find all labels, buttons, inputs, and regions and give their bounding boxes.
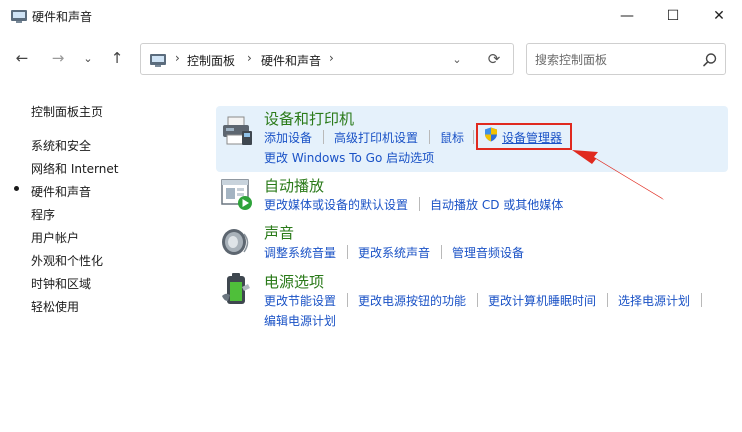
up-button[interactable]: ↑ bbox=[105, 46, 129, 70]
link-separator bbox=[429, 130, 430, 144]
link-choose-power-plan[interactable]: 选择电源计划 bbox=[618, 292, 690, 309]
sidebar-item-network[interactable]: 网络和 Internet bbox=[31, 160, 118, 177]
breadcrumb-separator[interactable]: › bbox=[175, 51, 180, 65]
sidebar-item-programs[interactable]: 程序 bbox=[31, 206, 55, 223]
annotation-highlight-box bbox=[476, 123, 572, 150]
link-separator bbox=[473, 130, 474, 144]
sidebar-item-appearance[interactable]: 外观和个性化 bbox=[31, 252, 103, 269]
printer-icon bbox=[223, 116, 252, 145]
battery-icon bbox=[222, 273, 250, 304]
control-panel-icon bbox=[150, 54, 166, 67]
breadcrumb-separator[interactable]: › bbox=[329, 51, 334, 65]
sidebar-item-home[interactable]: 控制面板主页 bbox=[31, 103, 103, 120]
search-icon[interactable] bbox=[701, 51, 719, 69]
link-advanced-printer-settings[interactable]: 高级打印机设置 bbox=[334, 129, 418, 146]
link-add-device[interactable]: 添加设备 bbox=[264, 129, 312, 146]
link-windows-to-go[interactable]: 更改 Windows To Go 启动选项 bbox=[264, 149, 434, 166]
category-title-autoplay[interactable]: 自动播放 bbox=[264, 175, 324, 196]
window-title: 硬件和声音 bbox=[32, 10, 93, 24]
refresh-icon[interactable]: ⟳ bbox=[484, 49, 504, 69]
link-separator bbox=[441, 245, 442, 259]
category-title-devices-printers[interactable]: 设备和打印机 bbox=[264, 108, 354, 129]
forward-button[interactable]: → bbox=[46, 46, 70, 70]
speaker-icon bbox=[222, 229, 249, 255]
breadcrumb-separator[interactable]: › bbox=[247, 51, 252, 65]
sidebar-item-hardware-sound[interactable]: 硬件和声音 bbox=[31, 183, 91, 200]
link-change-power-saving[interactable]: 更改节能设置 bbox=[264, 292, 336, 309]
breadcrumb-hardware-sound[interactable]: 硬件和声音 bbox=[261, 52, 321, 69]
link-separator bbox=[323, 130, 324, 144]
autoplay-icon bbox=[221, 179, 252, 210]
title-bar: 硬件和声音 — ☐ ✕ bbox=[0, 0, 742, 34]
link-sleep-time[interactable]: 更改计算机睡眠时间 bbox=[488, 292, 596, 309]
sidebar-item-clock-region[interactable]: 时钟和区域 bbox=[31, 275, 91, 292]
search-box[interactable] bbox=[526, 43, 726, 75]
link-mouse[interactable]: 鼠标 bbox=[440, 129, 464, 146]
link-power-button-function[interactable]: 更改电源按钮的功能 bbox=[358, 292, 466, 309]
link-separator bbox=[701, 293, 702, 307]
control-panel-icon bbox=[11, 10, 27, 23]
close-button[interactable]: ✕ bbox=[696, 0, 742, 32]
link-autoplay-cd[interactable]: 自动播放 CD 或其他媒体 bbox=[430, 196, 563, 213]
minimize-button[interactable]: — bbox=[604, 0, 650, 32]
sidebar-item-user-accounts[interactable]: 用户帐户 bbox=[31, 229, 79, 246]
selected-indicator bbox=[14, 186, 19, 191]
category-title-power-options[interactable]: 电源选项 bbox=[264, 271, 324, 292]
sidebar-item-ease-of-access[interactable]: 轻松使用 bbox=[31, 298, 79, 315]
link-separator bbox=[477, 293, 478, 307]
link-change-default-media[interactable]: 更改媒体或设备的默认设置 bbox=[264, 196, 408, 213]
link-change-system-sounds[interactable]: 更改系统声音 bbox=[358, 244, 430, 261]
link-manage-audio-devices[interactable]: 管理音频设备 bbox=[452, 244, 524, 261]
search-input[interactable] bbox=[535, 51, 695, 69]
maximize-button[interactable]: ☐ bbox=[650, 0, 696, 32]
link-adjust-volume[interactable]: 调整系统音量 bbox=[264, 244, 336, 261]
category-title-sound[interactable]: 声音 bbox=[264, 222, 294, 243]
link-separator bbox=[419, 197, 420, 211]
link-separator bbox=[347, 245, 348, 259]
link-separator bbox=[347, 293, 348, 307]
breadcrumb-control-panel[interactable]: 控制面板 bbox=[187, 52, 235, 69]
sidebar-item-system-security[interactable]: 系统和安全 bbox=[31, 137, 91, 154]
recent-locations-button[interactable]: ⌄ bbox=[76, 46, 100, 70]
link-edit-power-plan[interactable]: 编辑电源计划 bbox=[264, 312, 336, 329]
link-separator bbox=[607, 293, 608, 307]
back-button[interactable]: ← bbox=[10, 46, 34, 70]
address-dropdown-icon[interactable]: ⌄ bbox=[448, 49, 466, 69]
